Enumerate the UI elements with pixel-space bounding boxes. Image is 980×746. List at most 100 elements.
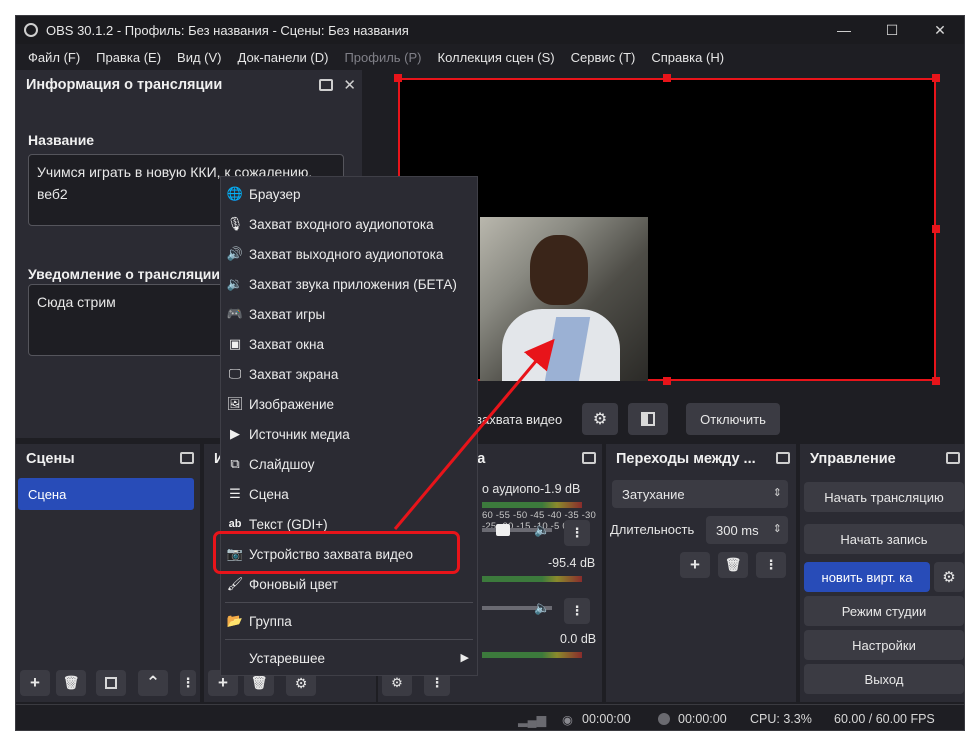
menu-item-label: Изображение [249, 396, 335, 412]
speaker-icon[interactable]: 🔈 [534, 600, 550, 616]
obs-logo-icon [24, 23, 38, 37]
resize-handle-tr[interactable] [932, 74, 940, 82]
source-properties-button[interactable]: ⚙ [582, 403, 618, 435]
duration-value: 300 ms [716, 522, 759, 538]
mixer-channel-2-meter [482, 576, 582, 582]
maximize-button[interactable]: ☐ [868, 16, 916, 44]
close-dock-icon[interactable]: ✕ [343, 76, 356, 94]
menu-item-scene[interactable]: ☰ Сцена [221, 479, 477, 509]
speaker-icon[interactable]: 🔈 [534, 522, 550, 538]
menu-item-display-capture[interactable]: 🖵 Захват экрана [221, 359, 477, 389]
menu-item-label: Текст (GDI+) [249, 516, 328, 532]
menu-item-slideshow[interactable]: ⧉ Слайдшоу [221, 449, 477, 479]
image-icon: 🖼 [226, 396, 244, 411]
scene-more-button[interactable]: ⋮ [180, 670, 196, 696]
scenes-header: Сцены [16, 444, 200, 474]
transitions-header: Переходы между ... [606, 444, 796, 474]
preview-canvas[interactable] [398, 78, 936, 381]
more-icon: ⋮ [570, 525, 584, 540]
transition-select[interactable]: Затухание ⇕ [612, 480, 788, 508]
virtual-camera-settings-button[interactable]: ⚙ [934, 562, 964, 592]
gamepad-icon: 🎮 [226, 306, 244, 321]
add-transition-button[interactable]: + [680, 552, 710, 578]
move-scene-up-button[interactable]: ⌃ [138, 670, 168, 696]
minimize-button[interactable]: — [820, 16, 868, 44]
exit-button[interactable]: Выход [804, 664, 964, 694]
source-filters-button[interactable] [628, 403, 668, 435]
channel-2-menu-button[interactable]: ⋮ [564, 598, 590, 624]
menu-item-deprecated[interactable]: Устаревшее ▶ [221, 643, 477, 673]
resize-handle-br[interactable] [932, 377, 940, 385]
add-source-context-menu: 🌐 Браузер 🎙 Захват входного аудиопотока … [220, 176, 478, 676]
menu-item-label: Захват звука приложения (БЕТА) [249, 276, 457, 292]
resize-handle-r[interactable] [932, 225, 940, 233]
menu-item-label: Браузер [249, 186, 301, 202]
menu-file[interactable]: Файл (F) [20, 50, 88, 65]
channel-1-menu-button[interactable]: ⋮ [564, 520, 590, 546]
deactivate-button[interactable]: Отключить [686, 403, 780, 435]
undock-icon[interactable] [776, 452, 790, 464]
stream-info-header: Информация о трансляции ✕ [16, 70, 362, 100]
menu-help[interactable]: Справка (H) [643, 50, 732, 65]
folder-icon: 📂 [226, 613, 244, 628]
menu-item-game-capture[interactable]: 🎮 Захват игры [221, 299, 477, 329]
menu-item-group[interactable]: 📂 Группа [221, 606, 477, 636]
menu-tools[interactable]: Сервис (T) [563, 50, 644, 65]
gear-icon: ⚙ [294, 674, 308, 691]
slideshow-icon: ⧉ [230, 456, 240, 471]
menu-scene-collection[interactable]: Коллекция сцен (S) [430, 50, 563, 65]
record-time: 00:00:00 [678, 712, 727, 726]
cpu-usage: CPU: 3.3% [750, 712, 812, 726]
menu-bar: Файл (F) Правка (E) Вид (V) Док-панели (… [16, 44, 964, 70]
transition-more-button[interactable]: ⋮ [756, 552, 786, 578]
resize-handle-tl[interactable] [394, 74, 402, 82]
start-recording-button[interactable]: Начать запись [804, 524, 964, 554]
scenes-dock: Сцены Сцена + 🗑 ⌃ ⋮ [16, 444, 200, 702]
remove-transition-button[interactable]: 🗑 [718, 552, 748, 578]
undock-icon[interactable] [180, 452, 194, 464]
add-scene-button[interactable]: + [20, 670, 50, 696]
menu-item-media-source[interactable]: ▶ Источник медиа [221, 419, 477, 449]
monitor-icon: 🖵 [228, 366, 242, 381]
menu-item-label: Захват входного аудиопотока [249, 216, 434, 232]
resize-handle-t[interactable] [663, 74, 671, 82]
remove-scene-button[interactable]: 🗑 [56, 670, 86, 696]
menu-item-browser[interactable]: 🌐 Браузер [221, 179, 477, 209]
scene-filters-button[interactable] [96, 670, 126, 696]
duration-spinbox[interactable]: 300 ms ⇕ [706, 516, 788, 544]
more-icon: ⋮ [181, 675, 195, 690]
menu-item-audio-output[interactable]: 🔊 Захват выходного аудиопотока [221, 239, 477, 269]
more-icon: ⋮ [430, 675, 444, 690]
controls-title: Управление [810, 451, 896, 467]
volume-slider-1-handle[interactable] [496, 524, 510, 536]
filter-icon [105, 677, 117, 689]
menu-profile: Профиль (P) [344, 49, 422, 65]
menu-item-label: Слайдшоу [249, 456, 315, 472]
virtual-camera-button[interactable]: новить вирт. ка [804, 562, 930, 592]
menu-view[interactable]: Вид (V) [169, 50, 229, 65]
undock-icon[interactable] [946, 452, 960, 464]
menu-item-label: Захват игры [249, 306, 326, 322]
trash-icon: 🗑 [62, 675, 80, 690]
undock-icon[interactable] [319, 79, 334, 91]
menu-item-image[interactable]: 🖼 Изображение [221, 389, 477, 419]
studio-mode-button[interactable]: Режим студии [804, 596, 964, 626]
close-button[interactable]: ✕ [916, 16, 964, 44]
scene-item[interactable]: Сцена [18, 478, 194, 510]
menu-item-app-audio[interactable]: 🔉 Захват звука приложения (БЕТА) [221, 269, 477, 299]
menu-item-audio-input[interactable]: 🎙 Захват входного аудиопотока [221, 209, 477, 239]
app-audio-icon: 🔉 [226, 276, 244, 291]
globe-icon: 🌐 [226, 186, 244, 201]
microphone-icon: 🎙 [226, 216, 244, 231]
window-controls: — ☐ ✕ [820, 16, 964, 44]
menu-item-label: Захват окна [249, 336, 324, 352]
menu-item-window-capture[interactable]: ▣ Захват окна [221, 329, 477, 359]
settings-button[interactable]: Настройки [804, 630, 964, 660]
resize-handle-b[interactable] [663, 377, 671, 385]
undock-icon[interactable] [582, 452, 596, 464]
window-title: OBS 30.1.2 - Профиль: Без названия - Сце… [46, 22, 409, 38]
menu-docks[interactable]: Док-панели (D) [230, 50, 337, 65]
chevron-up-icon: ⌃ [145, 673, 161, 692]
menu-edit[interactable]: Правка (E) [88, 50, 169, 65]
start-streaming-button[interactable]: Начать трансляцию [804, 482, 964, 512]
